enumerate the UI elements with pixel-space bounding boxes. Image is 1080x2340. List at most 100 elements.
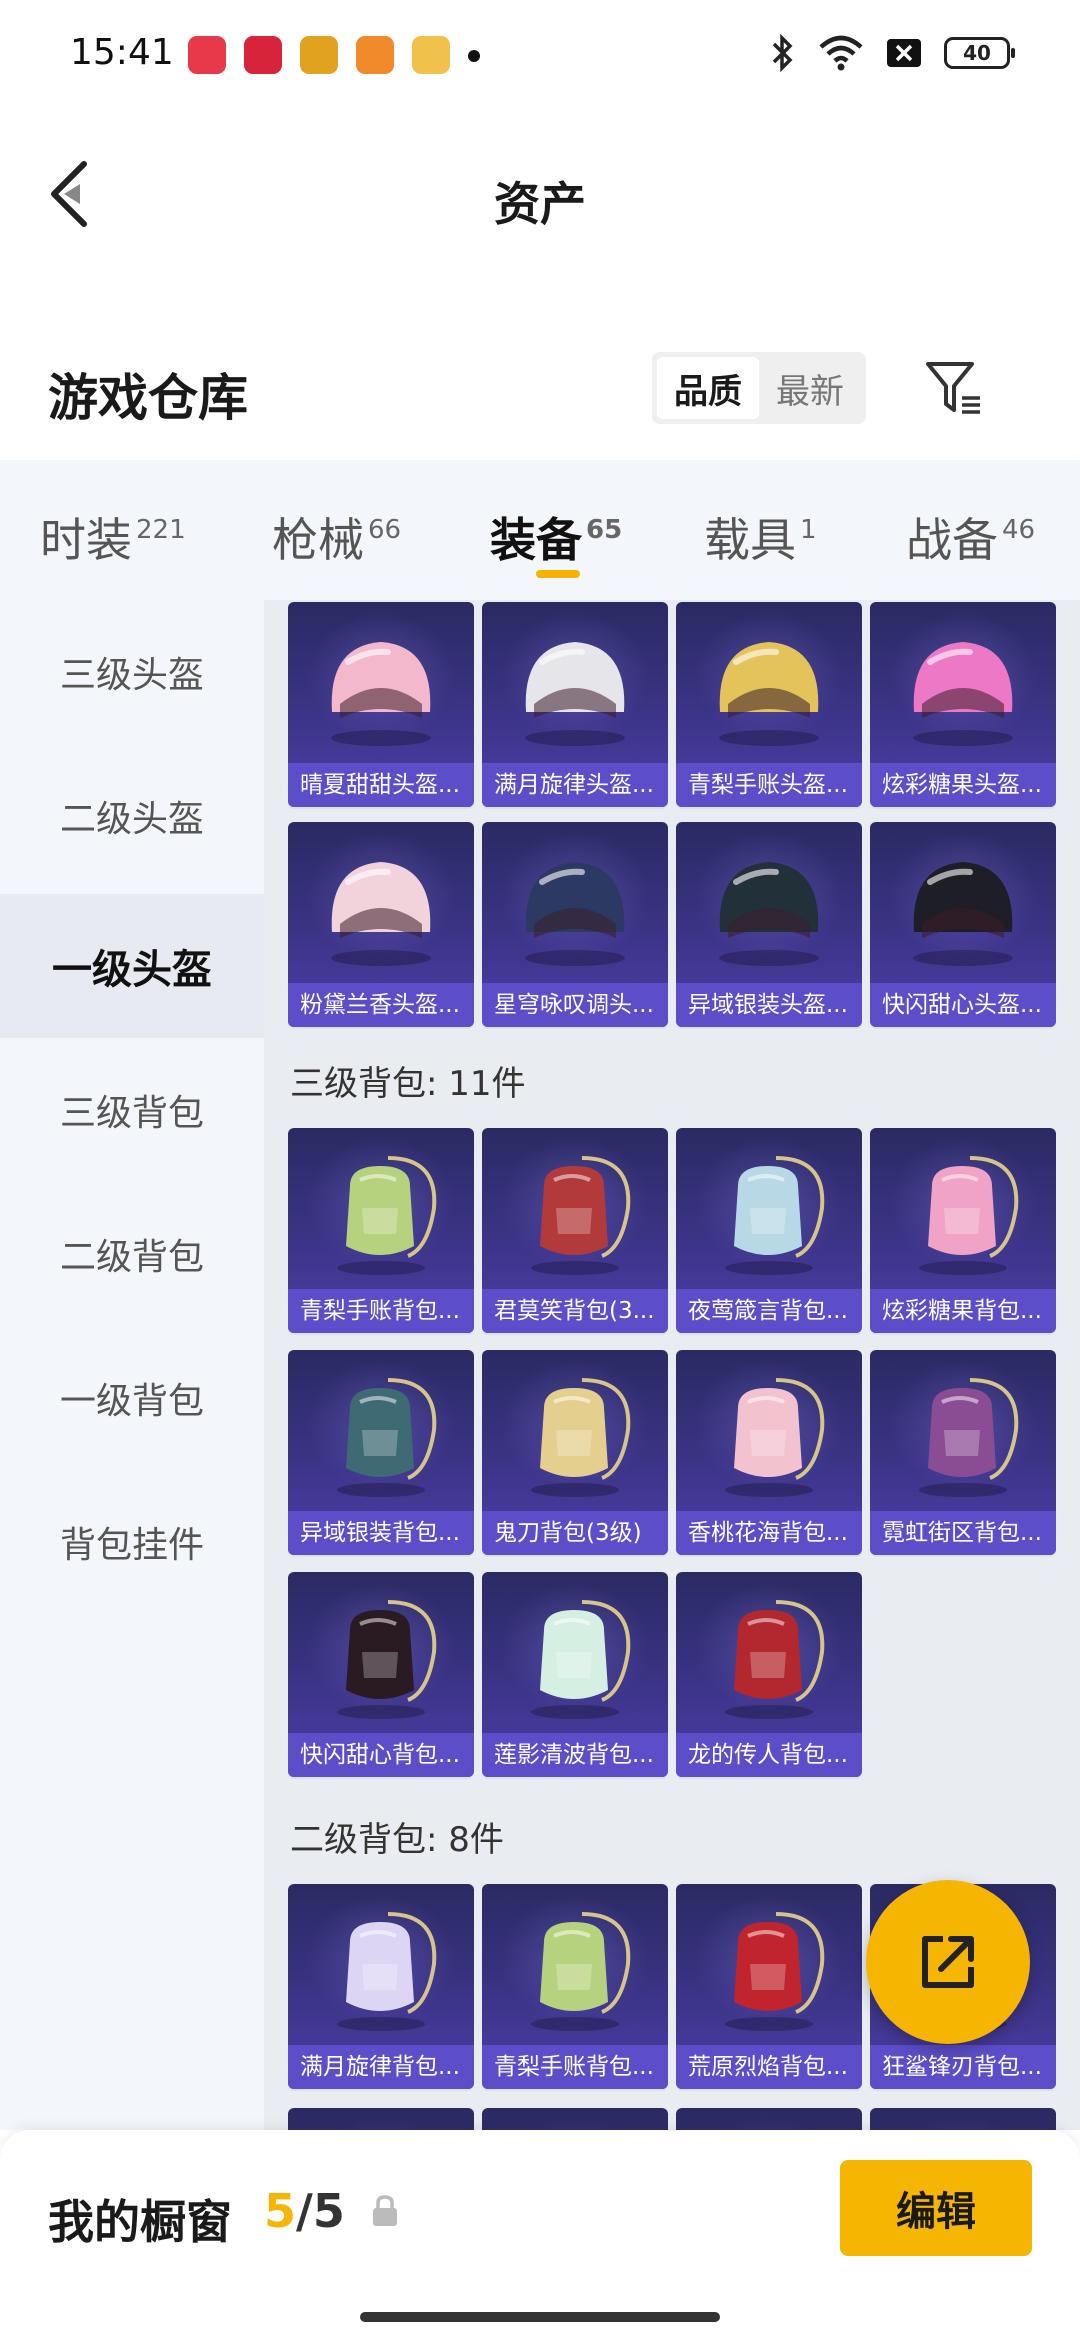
item-card-name: 青梨手账背包... <box>288 1289 474 1333</box>
sidebar-item-lvl3-helmet[interactable]: 三级头盔 <box>0 600 264 744</box>
item-card[interactable]: 异域银装背包... <box>288 1350 474 1555</box>
item-card-name: 快闪甜心背包... <box>288 1733 474 1777</box>
backpack-icon <box>919 1378 1019 1497</box>
item-card-name: 青梨手账头盔... <box>676 763 862 807</box>
top-nav-bar: 资产 <box>0 130 1080 260</box>
item-card[interactable]: 君莫笑背包(3... <box>482 1128 668 1333</box>
tab-weapons[interactable]: 枪械 66 <box>272 504 401 570</box>
item-card-name: 异域银装背包... <box>288 1511 474 1555</box>
item-card-partial[interactable] <box>676 2108 862 2130</box>
app-notification-icon <box>300 36 338 74</box>
item-card[interactable]: 龙的传人背包... <box>676 1572 862 1777</box>
warehouse-title: 游戏仓库 <box>48 369 248 427</box>
page-title: 资产 <box>494 177 586 231</box>
item-card-name: 狂鲨锋刃背包... <box>870 2045 1056 2089</box>
item-card-name: 君莫笑背包(3... <box>482 1289 668 1333</box>
backpack-icon <box>919 1156 1019 1275</box>
tab-vehicles[interactable]: 载具 1 <box>704 504 817 570</box>
item-card[interactable]: 霓虹街区背包... <box>870 1350 1056 1555</box>
backpack-icon <box>337 1912 437 2031</box>
backpack-icon <box>531 1378 631 1497</box>
showcase-count-total: /5 <box>296 2184 345 2238</box>
showcase-count-current: 5 <box>264 2184 297 2238</box>
item-card[interactable]: 异域银装头盔... <box>676 822 862 1027</box>
item-card-name: 星穹咏叹调头... <box>482 983 668 1027</box>
tab-label: 时装 <box>40 513 132 567</box>
sidebar-item-lvl1-helmet[interactable]: 一级头盔 <box>0 894 264 1038</box>
active-tab-indicator <box>536 570 580 578</box>
item-card[interactable]: 星穹咏叹调头... <box>482 822 668 1027</box>
sort-newest-button[interactable]: 最新 <box>759 357 861 419</box>
tab-count: 65 <box>586 515 623 545</box>
item-card[interactable]: 满月旋律背包... <box>288 1884 474 2089</box>
item-card[interactable]: 香桃花海背包... <box>676 1350 862 1555</box>
lock-icon <box>373 2195 397 2226</box>
app-notification-icon <box>244 36 282 74</box>
sidebar-item-backpack-charm[interactable]: 背包挂件 <box>0 1470 264 1614</box>
item-card[interactable]: 夜莺箴言背包... <box>676 1128 862 1333</box>
item-card[interactable]: 满月旋律头盔... <box>482 602 668 807</box>
more-notifications-dot <box>468 50 480 62</box>
helmet-icon <box>719 642 819 746</box>
helmet-icon <box>525 642 625 746</box>
item-card[interactable]: 莲影清波背包... <box>482 1572 668 1777</box>
item-card-partial[interactable] <box>482 2108 668 2130</box>
item-card-name: 夜莺箴言背包... <box>676 1289 862 1333</box>
sort-toggle: 品质 最新 <box>652 352 866 424</box>
tab-count: 46 <box>1002 515 1036 545</box>
tab-fashion[interactable]: 时装 221 <box>40 504 186 570</box>
item-card-name: 粉黛兰香头盔... <box>288 983 474 1027</box>
edit-button[interactable]: 编辑 <box>840 2160 1032 2256</box>
app-notification-icon <box>188 36 226 74</box>
item-card[interactable]: 炫彩糖果头盔... <box>870 602 1056 807</box>
tab-supplies[interactable]: 战备 46 <box>906 504 1035 570</box>
share-fab[interactable] <box>866 1880 1030 2044</box>
section-title-lvl3-backpack: 三级背包: 11件 <box>290 1064 526 1104</box>
item-card-partial[interactable] <box>288 2108 474 2130</box>
item-card[interactable]: 快闪甜心头盔... <box>870 822 1056 1027</box>
sidebar-item-lvl2-helmet[interactable]: 二级头盔 <box>0 744 264 888</box>
item-card[interactable]: 快闪甜心背包... <box>288 1572 474 1777</box>
item-card-name: 快闪甜心头盔... <box>870 983 1056 1027</box>
home-indicator <box>360 2312 720 2322</box>
filter-icon <box>926 362 980 414</box>
item-card[interactable]: 鬼刀背包(3级) <box>482 1350 668 1555</box>
item-card[interactable]: 青梨手账背包... <box>288 1128 474 1333</box>
item-card-name: 炫彩糖果背包... <box>870 1289 1056 1333</box>
notification-icons <box>188 36 450 74</box>
backpack-icon <box>531 1912 631 2031</box>
helmet-icon <box>913 642 1013 746</box>
helmet-icon <box>331 642 431 746</box>
sidebar-item-lvl3-backpack[interactable]: 三级背包 <box>0 1038 264 1182</box>
backpack-icon <box>725 1378 825 1497</box>
bluetooth-icon <box>772 34 793 72</box>
item-card[interactable]: 粉黛兰香头盔... <box>288 822 474 1027</box>
tab-count: 66 <box>368 515 402 545</box>
sort-quality-button[interactable]: 品质 <box>657 357 759 419</box>
tab-label: 装备 <box>490 513 582 567</box>
backpack-icon <box>337 1600 437 1719</box>
filter-button[interactable] <box>922 356 986 420</box>
backpack-icon <box>725 1912 825 2031</box>
item-card[interactable]: 青梨手账背包... <box>482 1884 668 2089</box>
tab-equipment[interactable]: 装备 65 <box>490 504 622 570</box>
item-card[interactable]: 炫彩糖果背包... <box>870 1128 1056 1333</box>
item-card-name: 满月旋律背包... <box>288 2045 474 2089</box>
backpack-icon <box>531 1600 631 1719</box>
sidebar-item-lvl1-backpack[interactable]: 一级背包 <box>0 1326 264 1470</box>
item-card[interactable]: 荒原烈焰背包... <box>676 1884 862 2089</box>
no-sim-icon <box>887 39 921 67</box>
item-card-name: 荒原烈焰背包... <box>676 2045 862 2089</box>
backpack-icon <box>337 1156 437 1275</box>
section-title-lvl2-backpack: 二级背包: 8件 <box>290 1820 504 1860</box>
app-notification-icon <box>356 36 394 74</box>
item-card[interactable]: 晴夏甜甜头盔... <box>288 602 474 807</box>
item-card[interactable]: 青梨手账头盔... <box>676 602 862 807</box>
item-card-name: 晴夏甜甜头盔... <box>288 763 474 807</box>
item-card-partial[interactable] <box>870 2108 1056 2130</box>
item-card-name: 满月旋律头盔... <box>482 763 668 807</box>
subcategory-sidebar: 三级头盔 二级头盔 一级头盔 三级背包 二级背包 一级背包 背包挂件 <box>0 600 264 2130</box>
sidebar-item-lvl2-backpack[interactable]: 二级背包 <box>0 1182 264 1326</box>
item-card-name: 炫彩糖果头盔... <box>870 763 1056 807</box>
showcase-title: 我的橱窗 <box>48 2195 232 2249</box>
